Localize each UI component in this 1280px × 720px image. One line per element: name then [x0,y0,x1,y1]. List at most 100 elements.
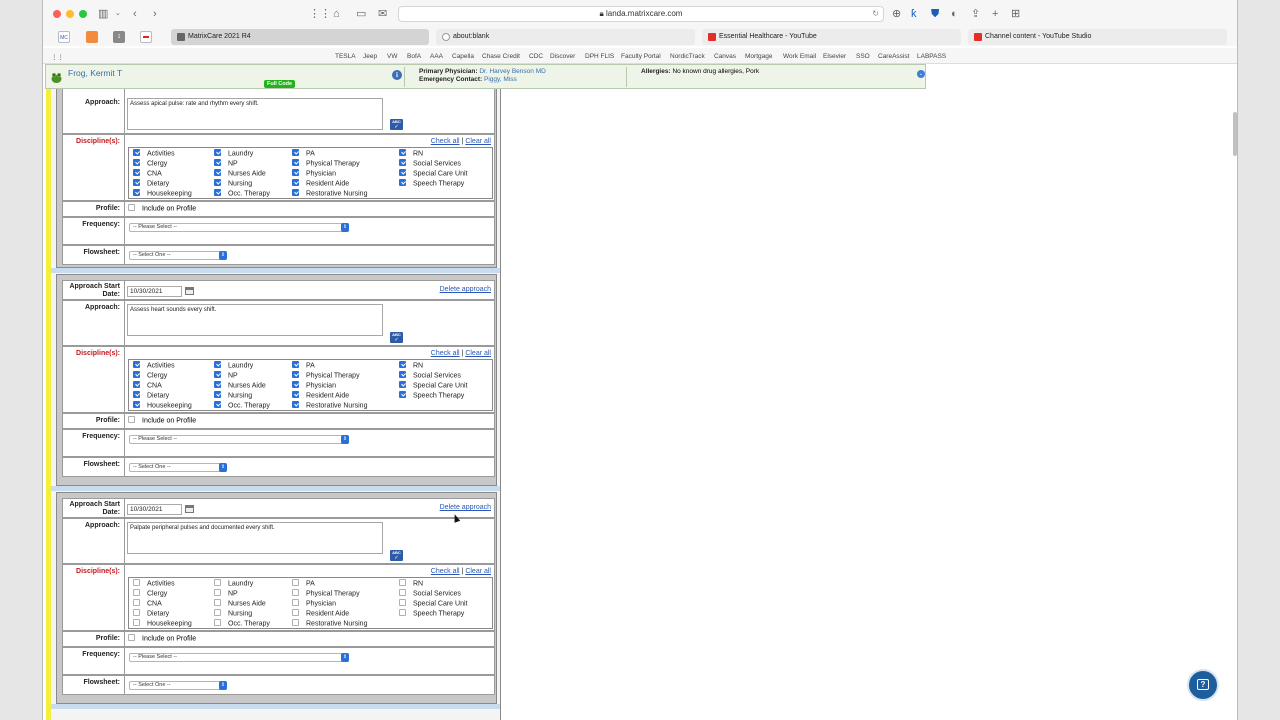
info-icon[interactable]: i [392,70,402,80]
new-tab-icon[interactable]: + [992,7,998,21]
discipline-checkbox[interactable] [133,381,140,388]
include-on-profile-checkbox[interactable] [128,634,135,641]
discipline-checkbox[interactable] [214,179,221,186]
discipline-checkbox[interactable] [292,401,299,408]
delete-approach-link[interactable]: Delete approach [440,286,491,293]
discipline-checkbox[interactable] [292,189,299,196]
discipline-option[interactable]: Laundry [214,149,253,157]
help-chat-button[interactable]: ? [1187,669,1219,701]
discipline-option[interactable]: Special Care Unit [399,599,467,607]
bookmark-item[interactable]: Mortgage [745,53,772,60]
calendar-icon[interactable] [185,287,194,295]
chevron-down-icon[interactable]: ⌄ [115,7,121,21]
discipline-option[interactable]: CNA [133,599,162,607]
flowsheet-select[interactable]: -- Select One -- ⇕ [129,251,227,260]
discipline-option[interactable]: Restorative Nursing [292,619,367,627]
discipline-checkbox[interactable] [292,371,299,378]
discipline-checkbox[interactable] [214,619,221,626]
discipline-checkbox[interactable] [399,609,406,616]
check-all-link[interactable]: Check all [431,138,460,145]
discipline-checkbox[interactable] [292,579,299,586]
discipline-option[interactable]: Physical Therapy [292,159,360,167]
patient-name-link[interactable]: Frog, Kermit T [68,68,122,78]
discipline-checkbox[interactable] [214,599,221,606]
discipline-option[interactable]: Physician [292,169,336,177]
discipline-option[interactable]: Nurses Aide [214,599,266,607]
discipline-option[interactable]: Speech Therapy [399,179,464,187]
discipline-option[interactable]: Physician [292,599,336,607]
bookmark-item[interactable]: DPH FLIS [585,53,614,60]
discipline-checkbox[interactable] [214,159,221,166]
discipline-option[interactable]: Social Services [399,371,461,379]
address-bar[interactable]: 🔒︎ landa.matrixcare.com ↻ [398,6,884,22]
discipline-checkbox[interactable] [399,381,406,388]
discipline-checkbox[interactable] [133,371,140,378]
home-icon[interactable]: ⌂ [333,7,340,21]
download-icon[interactable]: ⊕ [892,7,901,21]
discipline-option[interactable]: Housekeeping [133,189,192,197]
discipline-option[interactable]: Special Care Unit [399,381,467,389]
discipline-checkbox[interactable] [214,149,221,156]
discipline-option[interactable]: Activities [133,149,175,157]
sidebar-icon[interactable]: ▥ [98,7,108,21]
discipline-option[interactable]: NP [214,159,238,167]
privacy-icon[interactable]: ◐ [951,7,958,21]
discipline-checkbox[interactable] [133,599,140,606]
bookmark-item[interactable]: CareAssist [878,53,909,60]
discipline-checkbox[interactable] [133,189,140,196]
discipline-checkbox[interactable] [292,391,299,398]
discipline-option[interactable]: PA [292,579,315,587]
bookmark-item[interactable]: SSO [856,53,870,60]
clear-all-link[interactable]: Clear all [465,138,491,145]
tab-matrixcare[interactable]: MatrixCare 2021 R4 [171,29,429,45]
discipline-checkbox[interactable] [133,149,140,156]
discipline-checkbox[interactable] [292,159,299,166]
discipline-option[interactable]: Occ. Therapy [214,189,270,197]
discipline-checkbox[interactable] [214,589,221,596]
discipline-option[interactable]: Dietary [133,609,169,617]
spellcheck-icon[interactable]: ABC ✓ [390,550,403,561]
discipline-checkbox[interactable] [399,579,406,586]
bookmark-item[interactable]: Capella [452,53,474,60]
frequency-select[interactable]: -- Please Select -- ⇕ [129,435,349,444]
minimize-window-button[interactable] [66,10,74,18]
discipline-checkbox[interactable] [292,361,299,368]
discipline-option[interactable]: Clergy [133,159,167,167]
discipline-checkbox[interactable] [292,589,299,596]
discipline-option[interactable]: Housekeeping [133,619,192,627]
extension-icon[interactable]: ƙ [911,7,917,21]
discipline-checkbox[interactable] [133,159,140,166]
print-icon[interactable]: ▭ [356,7,366,21]
expand-banner-icon[interactable]: ⌄ [917,70,925,78]
discipline-option[interactable]: Dietary [133,391,169,399]
discipline-checkbox[interactable] [399,159,406,166]
bookmark-item[interactable]: NordicTrack [670,53,705,60]
discipline-option[interactable]: Restorative Nursing [292,401,367,409]
discipline-checkbox[interactable] [214,381,221,388]
discipline-option[interactable]: Resident Aide [292,179,349,187]
discipline-checkbox[interactable] [133,179,140,186]
discipline-option[interactable]: Nursing [214,391,252,399]
discipline-option[interactable]: NP [214,371,238,379]
discipline-checkbox[interactable] [133,609,140,616]
bookmark-item[interactable]: BofA [407,53,421,60]
discipline-option[interactable]: Housekeeping [133,401,192,409]
discipline-option[interactable]: Restorative Nursing [292,189,367,197]
discipline-option[interactable]: Speech Therapy [399,391,464,399]
spellcheck-icon[interactable]: ABC ✓ [390,332,403,343]
discipline-checkbox[interactable] [133,169,140,176]
discipline-checkbox[interactable] [292,609,299,616]
include-on-profile[interactable]: Include on Profile [128,416,196,424]
check-all-link[interactable]: Check all [431,568,460,575]
discipline-option[interactable]: Activities [133,579,175,587]
tab-overview-icon[interactable]: ⊞ [1011,7,1020,21]
discipline-checkbox[interactable] [214,189,221,196]
spellcheck-icon[interactable]: ABC ✓ [390,119,403,130]
include-on-profile-checkbox[interactable] [128,204,135,211]
check-all-link[interactable]: Check all [431,350,460,357]
discipline-checkbox[interactable] [292,599,299,606]
discipline-option[interactable]: Nurses Aide [214,169,266,177]
discipline-option[interactable]: Dietary [133,179,169,187]
calendar-icon[interactable] [185,505,194,513]
bookmarks-grid-icon[interactable]: ⋮⋮ [51,53,64,61]
